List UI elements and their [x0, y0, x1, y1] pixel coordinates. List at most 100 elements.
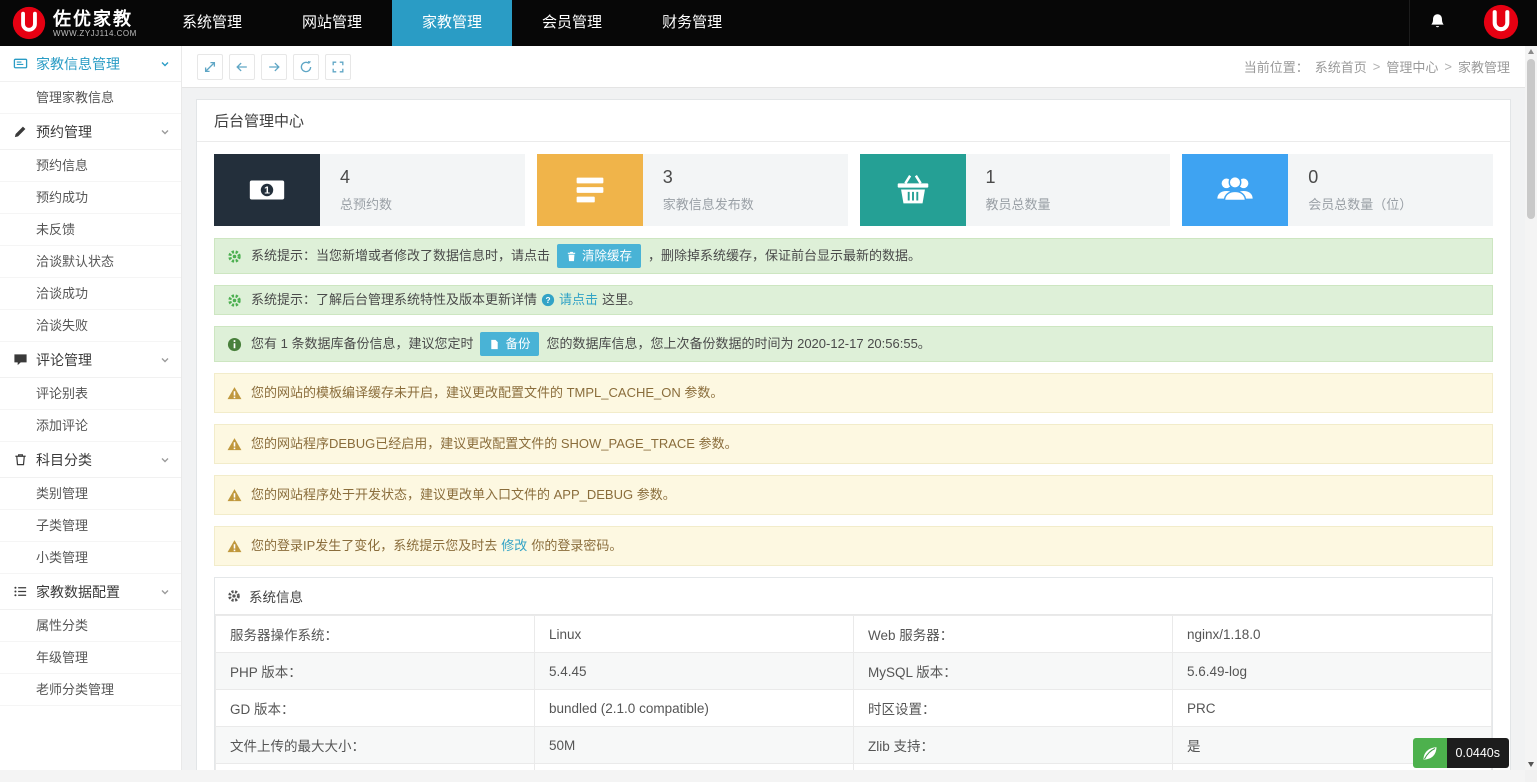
brand-subtitle: WWW.ZYJJ114.COM [53, 29, 137, 38]
sidebar-item-minor-category-management[interactable]: 小类管理 [0, 542, 181, 574]
breadcrumb-crumb-admin-center: 管理中心 [1386, 57, 1438, 76]
alert-debug-enabled: 您的网站程序DEBUG已经启用，建议更改配置文件的 SHOW_PAGE_TRAC… [214, 424, 1493, 464]
trash-icon [566, 251, 577, 262]
vertical-scrollbar-thumb[interactable] [1527, 59, 1535, 219]
vertical-scrollbar[interactable] [1525, 46, 1537, 770]
sidebar-item-reservation-success[interactable]: 预约成功 [0, 182, 181, 214]
breadcrumb-crumb-tutor-management: 家教管理 [1458, 57, 1510, 76]
scroll-up-arrow-icon[interactable] [1528, 49, 1534, 54]
alert-text: 系统提示：了解后台管理系统特性及版本更新详情 [251, 291, 537, 309]
nav-item-tutor-management[interactable]: 家教管理 [392, 0, 512, 46]
sidebar-item-no-feedback[interactable]: 未反馈 [0, 214, 181, 246]
sidebar-item-subcategory-management[interactable]: 子类管理 [0, 510, 181, 542]
warning-icon [227, 437, 242, 452]
breadcrumb-separator: > [1373, 59, 1381, 74]
brand-title: 佐优家教 [53, 9, 137, 29]
system-info-title: 系统信息 [249, 586, 303, 606]
gear-icon [227, 293, 242, 308]
sidebar-section-tutor-info-management[interactable]: 家教信息管理 [0, 46, 181, 82]
stat-card-total-reservations: 4 总预约数 [214, 154, 525, 226]
alert-dev-mode: 您的网站程序处于开发状态，建议更改单入口文件的 APP_DEBUG 参数。 [214, 475, 1493, 515]
sidebar-item-manage-tutor-info[interactable]: 管理家教信息 [0, 82, 181, 114]
info-label: GD 版本： [216, 690, 535, 727]
sidebar-collapse-button[interactable] [197, 54, 223, 80]
id-card-icon [13, 56, 28, 71]
nav-item-website-management[interactable]: 网站管理 [272, 0, 392, 46]
stat-value: 4 [340, 167, 392, 188]
content-toolbar: 当前位置： 系统首页 > 管理中心 > 家教管理 [182, 46, 1525, 88]
sidebar-item-category-management[interactable]: 类别管理 [0, 478, 181, 510]
stat-value: 0 [1308, 167, 1412, 188]
info-label: PHP 版本： [216, 653, 535, 690]
sidebar-item-comment-list[interactable]: 评论别表 [0, 378, 181, 410]
users-icon [1182, 154, 1288, 226]
sidebar-section-reservation-management[interactable]: 预约管理 [0, 114, 181, 150]
warning-icon [227, 488, 242, 503]
system-info-header: 系统信息 [215, 578, 1492, 615]
alert-clear-cache: 系统提示：当您新增或者修改了数据信息时，请点击 清除缓存 ，删除掉系统缓存，保证… [214, 238, 1493, 274]
scroll-down-arrow-icon[interactable] [1528, 762, 1534, 767]
system-info-panel: 系统信息 服务器操作系统： Linux Web 服务器： nginx/1.18.… [214, 577, 1493, 770]
clear-cache-button[interactable]: 清除缓存 [557, 244, 641, 268]
alert-text: 您的网站程序处于开发状态，建议更改单入口文件的 APP_DEBUG 参数。 [251, 486, 676, 504]
sidebar-section-label: 预约管理 [36, 122, 92, 142]
notifications-button[interactable] [1409, 0, 1465, 46]
stat-label: 会员总数量（位） [1308, 194, 1412, 213]
dashboard-panel: 后台管理中心 4 总预约数 3 家教信息发布数 [196, 99, 1511, 770]
breadcrumb: 当前位置： 系统首页 > 管理中心 > 家教管理 [1244, 57, 1510, 76]
alert-list: 系统提示：当您新增或者修改了数据信息时，请点击 清除缓存 ，删除掉系统缓存，保证… [197, 238, 1510, 566]
stat-label: 总预约数 [340, 194, 392, 213]
thinkphp-leaf-icon [1413, 738, 1447, 768]
table-row: GD 版本： bundled (2.1.0 compatible) 时区设置： … [216, 690, 1492, 727]
alert-version-info: 系统提示：了解后台管理系统特性及版本更新详情 请点击 这里。 [214, 285, 1493, 315]
sidebar-item-negotiation-success[interactable]: 洽谈成功 [0, 278, 181, 310]
change-password-link[interactable]: 修改 [501, 537, 527, 555]
fullscreen-button[interactable] [325, 54, 351, 80]
sidebar-item-teacher-category-management[interactable]: 老师分类管理 [0, 674, 181, 706]
nav-item-system-management[interactable]: 系统管理 [152, 0, 272, 46]
main-content: 当前位置： 系统首页 > 管理中心 > 家教管理 后台管理中心 4 总预约数 [182, 46, 1525, 770]
info-value: PRC [1173, 690, 1492, 727]
nav-item-finance-management[interactable]: 财务管理 [632, 0, 752, 46]
sidebar-section-label: 评论管理 [36, 350, 92, 370]
sidebar-section-subject-category[interactable]: 科目分类 [0, 442, 181, 478]
sidebar-section-comment-management[interactable]: 评论管理 [0, 342, 181, 378]
info-label: Zlib 支持： [854, 727, 1173, 764]
back-button[interactable] [229, 54, 255, 80]
version-details-link[interactable]: 请点击 [541, 291, 598, 309]
forward-button[interactable] [261, 54, 287, 80]
stat-label: 教员总数量 [986, 194, 1051, 213]
avatar-logo-icon [1483, 4, 1519, 43]
sidebar-item-attribute-category[interactable]: 属性分类 [0, 610, 181, 642]
sidebar-item-negotiation-failed[interactable]: 洽谈失败 [0, 310, 181, 342]
system-info-table: 服务器操作系统： Linux Web 服务器： nginx/1.18.0 PHP… [215, 615, 1492, 770]
backup-button[interactable]: 备份 [480, 332, 539, 356]
alert-text: 系统提示：当您新增或者修改了数据信息时，请点击 [251, 247, 550, 265]
sidebar-item-reservation-info[interactable]: 预约信息 [0, 150, 181, 182]
user-avatar[interactable] [1465, 0, 1537, 46]
resize-icon [203, 60, 217, 74]
alert-login-ip-changed: 您的登录IP发生了变化，系统提示您及时去 修改 你的登录密码。 [214, 526, 1493, 566]
stat-label: 家教信息发布数 [663, 194, 754, 213]
doc-icon [489, 339, 500, 350]
table-row: 服务器操作系统： Linux Web 服务器： nginx/1.18.0 [216, 616, 1492, 653]
sidebar-section-tutor-data-config[interactable]: 家教数据配置 [0, 574, 181, 610]
horizontal-scrollbar[interactable] [0, 770, 1525, 782]
bin-icon [13, 452, 28, 467]
banknote-icon [214, 154, 320, 226]
basket-icon [860, 154, 966, 226]
stat-card-body: 1 教员总数量 [966, 154, 1051, 226]
stat-card-total-members: 0 会员总数量（位） [1182, 154, 1493, 226]
stat-value: 3 [663, 167, 754, 188]
info-icon [227, 337, 242, 352]
sidebar-item-negotiation-default[interactable]: 洽谈默认状态 [0, 246, 181, 278]
info-value: nginx/1.18.0 [1173, 616, 1492, 653]
sidebar-item-grade-management[interactable]: 年级管理 [0, 642, 181, 674]
chevron-down-icon [159, 354, 171, 366]
refresh-button[interactable] [293, 54, 319, 80]
alert-text: 您的网站程序DEBUG已经启用，建议更改配置文件的 SHOW_PAGE_TRAC… [251, 435, 738, 453]
app-logo[interactable]: 佐优家教 WWW.ZYJJ114.COM [0, 0, 152, 46]
stat-card-body: 3 家教信息发布数 [643, 154, 754, 226]
sidebar-item-add-comment[interactable]: 添加评论 [0, 410, 181, 442]
nav-item-member-management[interactable]: 会员管理 [512, 0, 632, 46]
